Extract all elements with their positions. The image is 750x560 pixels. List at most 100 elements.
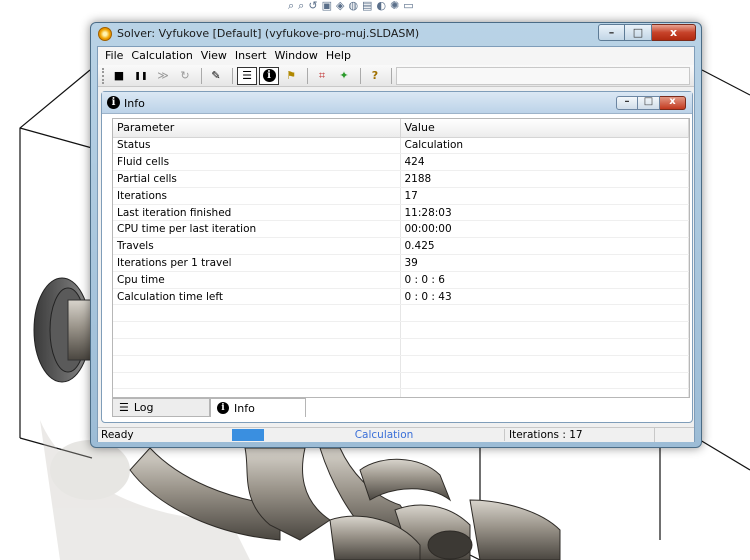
info-minimize-button[interactable]: – xyxy=(616,96,638,110)
display-icon[interactable]: ◍ xyxy=(348,0,358,14)
checkered-flag-icon: ⚑ xyxy=(286,69,296,82)
solver-client-area: File Calculation View Insert Window Help… xyxy=(97,46,695,442)
log-view-button[interactable]: ☰ xyxy=(237,66,257,85)
parameter-cell: Last iteration finished xyxy=(113,204,401,222)
empty-row xyxy=(113,372,689,390)
toolbar-separator xyxy=(232,67,233,84)
table-row[interactable]: Calculation time left 0 : 0 : 43 xyxy=(113,288,689,306)
hide-icon[interactable]: ▤ xyxy=(362,0,372,14)
info-title: Info xyxy=(124,97,145,110)
parameter-cell: Status xyxy=(113,137,401,155)
menu-help[interactable]: Help xyxy=(322,47,355,65)
finish-button[interactable]: ⚑ xyxy=(281,67,301,85)
minimize-icon: – xyxy=(624,96,630,107)
help-icon: ? xyxy=(371,69,379,82)
window-controls: – □ x xyxy=(598,24,696,41)
monitor-icon[interactable]: ▭ xyxy=(403,0,413,14)
info-icon: i xyxy=(262,69,276,82)
refresh-button[interactable]: ↻ xyxy=(175,67,195,85)
table-row[interactable]: CPU time per last iteration 00:00:00 xyxy=(113,220,689,239)
minimize-button[interactable]: – xyxy=(598,24,625,41)
solver-app-icon xyxy=(98,27,112,41)
solver-window: Solver: Vyfukove [Default] (vyfukove-pro… xyxy=(90,22,702,448)
tab-info-label: Info xyxy=(234,401,255,415)
rotate-icon[interactable]: ↺ xyxy=(308,0,317,14)
parameter-cell: Iterations xyxy=(113,187,401,205)
plot-icon: ⌗ xyxy=(318,68,326,82)
value-cell: 0 : 0 : 6 xyxy=(400,271,689,289)
view-tabs: ☰ Log i Info xyxy=(112,398,306,417)
menu-insert[interactable]: Insert xyxy=(231,47,271,65)
tab-log[interactable]: ☰ Log xyxy=(112,398,210,417)
zoom-icon[interactable]: ⌕ xyxy=(288,0,294,14)
info-grid[interactable]: Parameter Value Status Calculation Fluid … xyxy=(112,118,690,398)
column-header-parameter[interactable]: Parameter xyxy=(113,119,401,138)
info-table: Parameter Value Status Calculation Fluid … xyxy=(113,119,689,397)
step-button[interactable]: ≫ xyxy=(153,67,173,85)
toolbar-grip[interactable] xyxy=(102,67,105,84)
toolbar-empty-area xyxy=(396,66,690,85)
help-button[interactable]: ? xyxy=(365,67,385,85)
maximize-button[interactable]: □ xyxy=(625,24,652,41)
appearance-icon[interactable]: ◐ xyxy=(376,0,386,14)
info-maximize-button[interactable]: □ xyxy=(638,96,660,110)
info-close-button[interactable]: x xyxy=(660,96,686,110)
table-row[interactable]: Iterations per 1 travel 39 xyxy=(113,254,689,272)
status-empty-pane xyxy=(654,428,694,442)
goals-plot-button[interactable]: ⌗ xyxy=(312,67,332,85)
info-view-button[interactable]: i xyxy=(259,66,279,85)
toolbar-separator xyxy=(391,67,392,84)
pause-button[interactable]: ❚❚ xyxy=(131,67,151,85)
scene-icon[interactable]: ✺ xyxy=(390,0,399,14)
parameter-cell: Iterations per 1 travel xyxy=(113,254,401,272)
parameter-cell: Calculation time left xyxy=(113,288,401,306)
column-header-value[interactable]: Value xyxy=(400,119,689,138)
empty-row xyxy=(113,388,689,397)
section-icon[interactable]: ◈ xyxy=(336,0,344,14)
table-row[interactable]: Iterations 17 xyxy=(113,187,689,205)
table-row[interactable]: Partial cells 2188 xyxy=(113,170,689,188)
table-row[interactable]: Status Calculation xyxy=(113,137,689,155)
menu-calculation[interactable]: Calculation xyxy=(127,47,196,65)
stop-button[interactable]: ■ xyxy=(109,67,129,85)
status-iterations: Iterations : 17 xyxy=(504,429,654,441)
table-row[interactable]: Fluid cells 424 xyxy=(113,153,689,172)
view-icon[interactable]: ▣ xyxy=(322,0,332,14)
toolbar-separator xyxy=(307,67,308,84)
empty-row xyxy=(113,355,689,373)
status-ready: Ready xyxy=(101,429,134,441)
parameter-cell: Travels xyxy=(113,237,401,256)
value-cell: 00:00:00 xyxy=(400,220,689,239)
minimize-icon: – xyxy=(608,26,615,39)
info-window: i Info – □ x Parameter Value Status Calc… xyxy=(101,91,693,423)
parameter-cell: Fluid cells xyxy=(113,153,401,172)
parameter-cell: CPU time per last iteration xyxy=(113,220,401,239)
pin-button[interactable]: ✎ xyxy=(206,67,226,85)
info-title-bar[interactable]: i Info – □ x xyxy=(102,92,692,114)
log-icon: ☰ xyxy=(119,401,129,414)
table-body: Status Calculation Fluid cells 424 Partial… xyxy=(113,137,689,397)
table-row[interactable]: Last iteration finished 11:28:03 xyxy=(113,204,689,222)
status-calculation: Calculation xyxy=(354,429,414,441)
value-cell: 11:28:03 xyxy=(400,204,689,222)
progress-bar xyxy=(232,429,264,441)
info-window-controls: – □ x xyxy=(616,96,686,110)
table-header-row: Parameter Value xyxy=(113,119,689,138)
preview-icon: ✦ xyxy=(339,69,349,82)
close-icon: x xyxy=(669,96,676,107)
parameter-cell: Partial cells xyxy=(113,170,401,188)
menu-view[interactable]: View xyxy=(197,47,231,65)
toolbar-separator xyxy=(360,67,361,84)
preview-button[interactable]: ✦ xyxy=(334,67,354,85)
window-title: Solver: Vyfukove [Default] (vyfukove-pro… xyxy=(117,27,420,40)
zoom-area-icon[interactable]: ⌕ xyxy=(298,0,304,14)
value-cell: Calculation xyxy=(400,137,689,155)
table-row[interactable]: Cpu time 0 : 0 : 6 xyxy=(113,271,689,289)
menu-file[interactable]: File xyxy=(101,47,127,65)
table-row[interactable]: Travels 0.425 xyxy=(113,237,689,256)
menu-window[interactable]: Window xyxy=(270,47,321,65)
close-icon: x xyxy=(669,26,678,39)
close-button[interactable]: x xyxy=(652,24,696,41)
tab-info[interactable]: i Info xyxy=(210,398,306,417)
title-bar[interactable]: Solver: Vyfukove [Default] (vyfukove-pro… xyxy=(91,23,701,45)
